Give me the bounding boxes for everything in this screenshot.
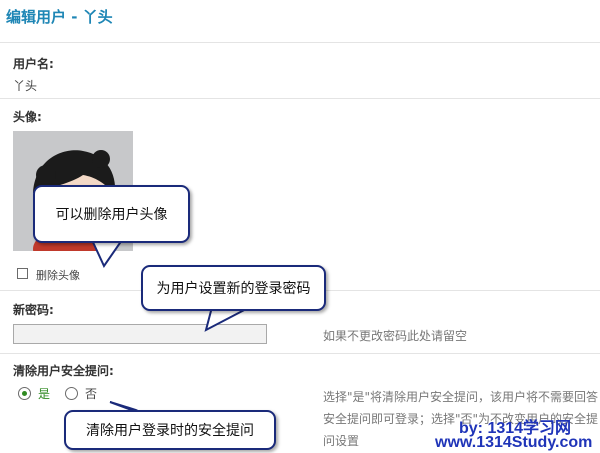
watermark-line2: www.1314Study.com [435,434,593,451]
avatar-callout-tail [90,239,124,269]
password-callout: 为用户设置新的登录密码 [141,265,326,311]
avatar-callout: 可以删除用户头像 [33,185,190,243]
security-callout: 清除用户登录时的安全提问 [64,410,276,450]
